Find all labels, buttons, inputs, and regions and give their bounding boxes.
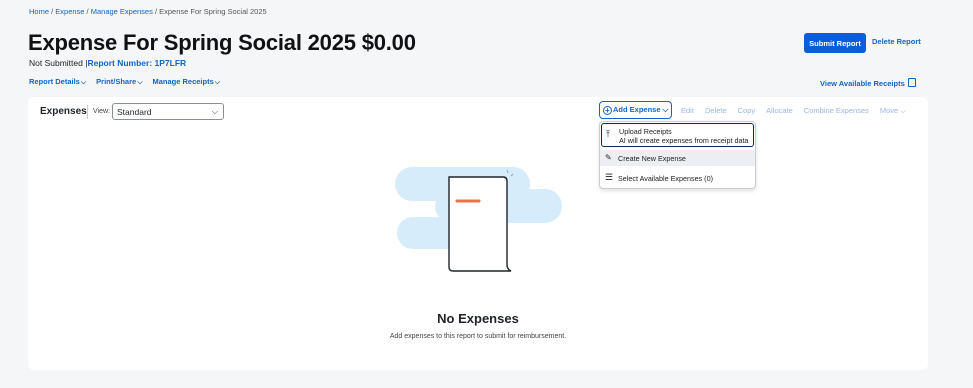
divider (87, 105, 88, 119)
receipt-paper-shape (448, 176, 512, 272)
report-status: Not Submitted (29, 58, 83, 68)
view-select[interactable]: Standard ⌵ (112, 103, 224, 120)
delete-report-button[interactable]: Delete Report (872, 37, 921, 46)
empty-state-subtitle: Add expenses to this report to submit fo… (389, 333, 567, 340)
print-share-menu[interactable]: Print/Share⌵ (96, 77, 142, 87)
breadcrumb-current: Expense For Spring Social 2025 (159, 7, 267, 16)
report-subnav: Report Details⌵ Print/Share⌵ Manage Rece… (29, 77, 220, 87)
combine-expenses-button[interactable]: Combine Expenses (804, 106, 869, 116)
upload-receipts-option[interactable]: ⤒ Upload Receipts AI will create expense… (601, 123, 754, 147)
chevron-down-icon: ⌵ (900, 106, 906, 115)
copy-button[interactable]: Copy (738, 106, 756, 116)
report-status-line: Not Submitted |Report Number: 1P7LFR (29, 58, 187, 68)
view-available-receipts-link[interactable]: View Available Receipts (820, 78, 916, 88)
manage-receipts-menu[interactable]: Manage Receipts⌵ (153, 77, 221, 87)
expenses-panel: Expenses View: Standard ⌵ + Add Expense ⌵… (28, 97, 928, 370)
chevron-down-icon: ⌵ (662, 105, 669, 114)
select-available-expenses-option[interactable]: ☰ Select Available Expenses (0) (600, 170, 755, 186)
list-icon: ☰ (605, 172, 614, 182)
add-expense-dropdown: ⤒ Upload Receipts AI will create expense… (599, 121, 756, 189)
breadcrumb-expense[interactable]: Expense (55, 7, 84, 16)
page-title: Expense For Spring Social 2025 $0.00 (28, 30, 416, 55)
upload-icon: ⤒ (606, 129, 610, 139)
expenses-heading: Expenses (40, 106, 87, 117)
report-number: Report Number: 1P7LFR (87, 58, 187, 68)
view-label: View: (93, 108, 110, 115)
submit-report-button[interactable]: Submit Report (804, 33, 866, 53)
delete-button[interactable]: Delete (705, 106, 727, 116)
expense-actions-toolbar: Edit Delete Copy Allocate Combine Expens… (681, 106, 906, 116)
chevron-down-icon: ⌵ (80, 79, 87, 86)
breadcrumb-home[interactable]: Home (29, 7, 49, 16)
report-details-menu[interactable]: Report Details⌵ (29, 77, 86, 87)
chevron-down-icon: ⌵ (137, 79, 143, 86)
allocate-button[interactable]: Allocate (766, 106, 793, 116)
add-expense-button[interactable]: + Add Expense ⌵ (599, 101, 672, 119)
empty-state-title: No Expenses (437, 311, 519, 326)
plus-circle-icon: + (603, 106, 612, 115)
pencil-icon: ✎ (605, 153, 612, 162)
empty-state-illustration (395, 167, 562, 272)
move-menu[interactable]: Move ⌵ (880, 106, 906, 116)
chevron-down-icon: ⌵ (214, 79, 221, 86)
create-new-expense-option[interactable]: ✎ Create New Expense (600, 150, 755, 166)
chevron-down-icon: ⌵ (211, 107, 218, 116)
receipt-icon (907, 78, 916, 87)
breadcrumb-manage-expenses[interactable]: Manage Expenses (91, 7, 153, 16)
edit-button[interactable]: Edit (681, 106, 694, 116)
breadcrumb: Home / Expense / Manage Expenses / Expen… (29, 7, 267, 16)
